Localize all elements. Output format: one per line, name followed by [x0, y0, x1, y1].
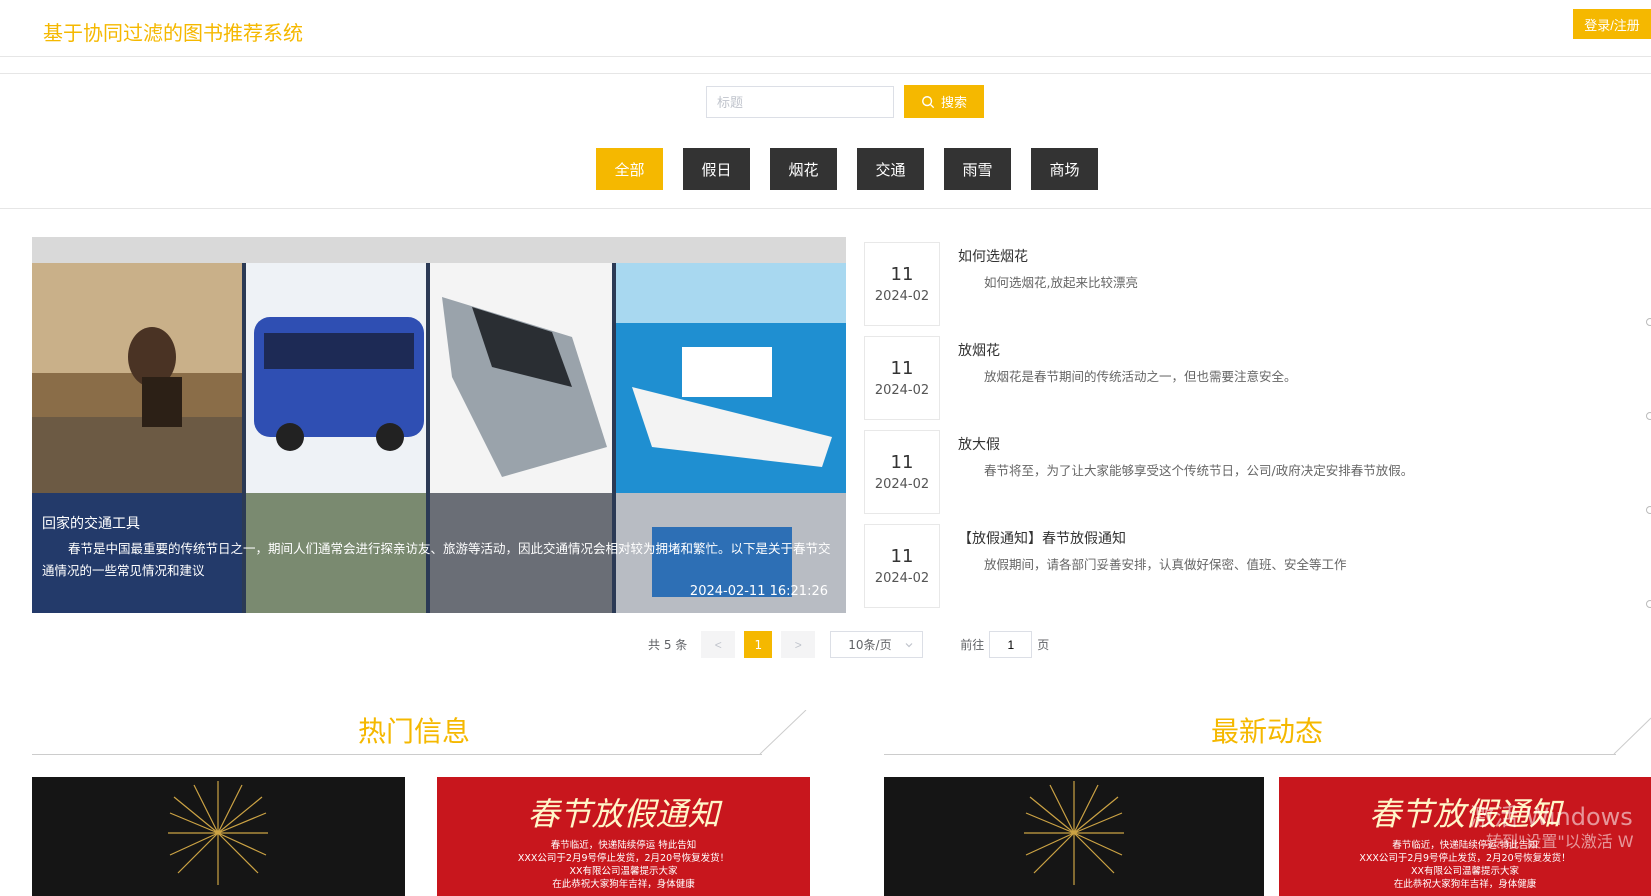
header: 基于协同过滤的图书推荐系统 登录/注册: [0, 0, 1651, 57]
notice-image-title: 春节放假通知: [527, 795, 720, 833]
notice-line: 在此恭祝大家狗年吉祥，身体健康: [1393, 879, 1537, 890]
category-all[interactable]: 全部: [596, 148, 663, 190]
notice-line: XX有限公司温馨提示大家: [569, 866, 678, 877]
news-title[interactable]: 【放假通知】春节放假通知: [958, 528, 1126, 548]
fireworks-image: [1024, 781, 1124, 885]
date-year-month: 2024-02: [874, 571, 930, 586]
list-item[interactable]: 11 2024-02 放大假 春节将至，为了让大家能够享受这个传统节日，公司/政…: [864, 430, 1624, 524]
date-day: 11: [890, 546, 914, 567]
news-title[interactable]: 放烟花: [958, 340, 1000, 360]
divider: [0, 73, 1651, 74]
notice-line: 春节临近，快递陆续停运 特此告知: [550, 840, 697, 851]
category-mall[interactable]: 商场: [1031, 148, 1098, 190]
news-title[interactable]: 放大假: [958, 434, 1000, 454]
notice-line: 在此恭祝大家狗年吉祥，身体健康: [552, 879, 695, 890]
section-title-hot: 热门信息: [358, 715, 471, 748]
date-box: 11 2024-02: [864, 430, 940, 514]
search-input[interactable]: [706, 86, 894, 118]
section-slash-decoration: [759, 710, 807, 755]
feature-title[interactable]: 回家的交通工具: [42, 513, 140, 533]
section-slash-decoration: [1613, 717, 1651, 755]
news-description: 放假期间，请各部门妥善安排，认真做好保密、值班、安全等工作: [984, 557, 1347, 572]
list-item[interactable]: 11 2024-02 【放假通知】春节放假通知 放假期间，请各部门妥善安排，认真…: [864, 524, 1624, 618]
section-divider: [884, 754, 1616, 755]
notice-line: XXX公司于2月9号停止发货，2月20号恢复发货！: [517, 853, 730, 864]
feature-description: 春节是中国最重要的传统节日之一，期间人们通常会进行探亲访友、旅游等活动，因此交通…: [42, 541, 831, 578]
category-tabs: 全部 假日 烟花 交通 雨雪 商场: [596, 148, 1098, 190]
news-description: 春节将至，为了让大家能够享受这个传统节日，公司/政府决定安排春节放假。: [984, 463, 1414, 478]
date-box: 11 2024-02: [864, 336, 940, 420]
featured-article[interactable]: 回家的交通工具 春节是中国最重要的传统节日之一，期间人们通常会进行探亲访友、旅游…: [32, 237, 846, 613]
hot-item-fireworks[interactable]: [32, 777, 405, 896]
news-list: 11 2024-02 如何选烟花 如何选烟花,放起来比较漂亮 11 2024-0…: [864, 242, 1624, 618]
date-box: 11 2024-02: [864, 242, 940, 326]
date-year-month: 2024-02: [874, 289, 930, 304]
section-divider: [32, 754, 762, 755]
date-box: 11 2024-02: [864, 524, 940, 608]
login-register-button[interactable]: 登录/注册: [1573, 9, 1651, 39]
notice-line: XXX公司于2月9号停止发货，2月20号恢复发货！: [1359, 853, 1571, 864]
list-item[interactable]: 11 2024-02 如何选烟花 如何选烟花,放起来比较漂亮: [864, 242, 1624, 336]
chevron-down-icon: [905, 642, 913, 647]
date-day: 11: [890, 358, 914, 379]
page-suffix: 页: [1037, 638, 1050, 652]
page-size-value: 10条/页: [848, 638, 892, 652]
date-day: 11: [890, 264, 914, 285]
section-title-latest: 最新动态: [1211, 715, 1324, 748]
category-rain-snow[interactable]: 雨雪: [944, 148, 1011, 190]
search-icon: [922, 95, 935, 108]
page-size-select[interactable]: 10条/页: [830, 631, 924, 658]
date-year-month: 2024-02: [874, 383, 930, 398]
notice-line: XX有限公司温馨提示大家: [1410, 866, 1520, 877]
date-year-month: 2024-02: [874, 477, 930, 492]
news-description: 如何选烟花,放起来比较漂亮: [984, 275, 1138, 290]
news-description: 放烟花是春节期间的传统活动之一，但也需要注意安全。: [984, 369, 1297, 384]
site-title[interactable]: 基于协同过滤的图书推荐系统: [43, 17, 303, 46]
list-item[interactable]: 11 2024-02 放烟花 放烟花是春节期间的传统活动之一，但也需要注意安全。: [864, 336, 1624, 430]
date-day: 11: [890, 452, 914, 473]
carousel-dot[interactable]: [1646, 412, 1651, 420]
search-button[interactable]: 搜索: [904, 85, 984, 118]
windows-activation-watermark-sub: 转到"设置"以激活 W: [1486, 832, 1634, 851]
hot-item-holiday-notice[interactable]: 春节放假通知 春节临近，快递陆续停运 特此告知 XXX公司于2月9号停止发货，2…: [437, 777, 810, 896]
fireworks-image: [168, 781, 268, 885]
pagination-total: 共 5 条: [648, 638, 688, 652]
pagination: 共 5 条 < 1 > 10条/页 前往 页: [648, 631, 1049, 658]
category-holiday[interactable]: 假日: [683, 148, 750, 190]
goto-page-input[interactable]: [989, 631, 1033, 658]
prev-page-button[interactable]: <: [701, 631, 736, 658]
divider: [0, 208, 1651, 209]
category-traffic[interactable]: 交通: [857, 148, 924, 190]
search-button-label: 搜索: [940, 95, 967, 110]
carousel-dot[interactable]: [1646, 506, 1651, 514]
current-page[interactable]: 1: [744, 631, 773, 658]
carousel-dot[interactable]: [1646, 318, 1651, 326]
next-page-button[interactable]: >: [781, 631, 816, 658]
news-title[interactable]: 如何选烟花: [958, 246, 1028, 266]
notice-image-text: 春节临近，快递陆续停运 特此告知 XXX公司于2月9号停止发货，2月20号恢复发…: [437, 839, 810, 891]
goto-label: 前往: [960, 638, 985, 652]
latest-item-fireworks[interactable]: [884, 777, 1264, 896]
feature-timestamp: 2024-02-11 16:21:26: [689, 584, 828, 599]
category-fireworks[interactable]: 烟花: [770, 148, 837, 190]
carousel-dot[interactable]: [1646, 600, 1651, 608]
windows-activation-watermark: 激活 Windows: [1470, 803, 1633, 831]
